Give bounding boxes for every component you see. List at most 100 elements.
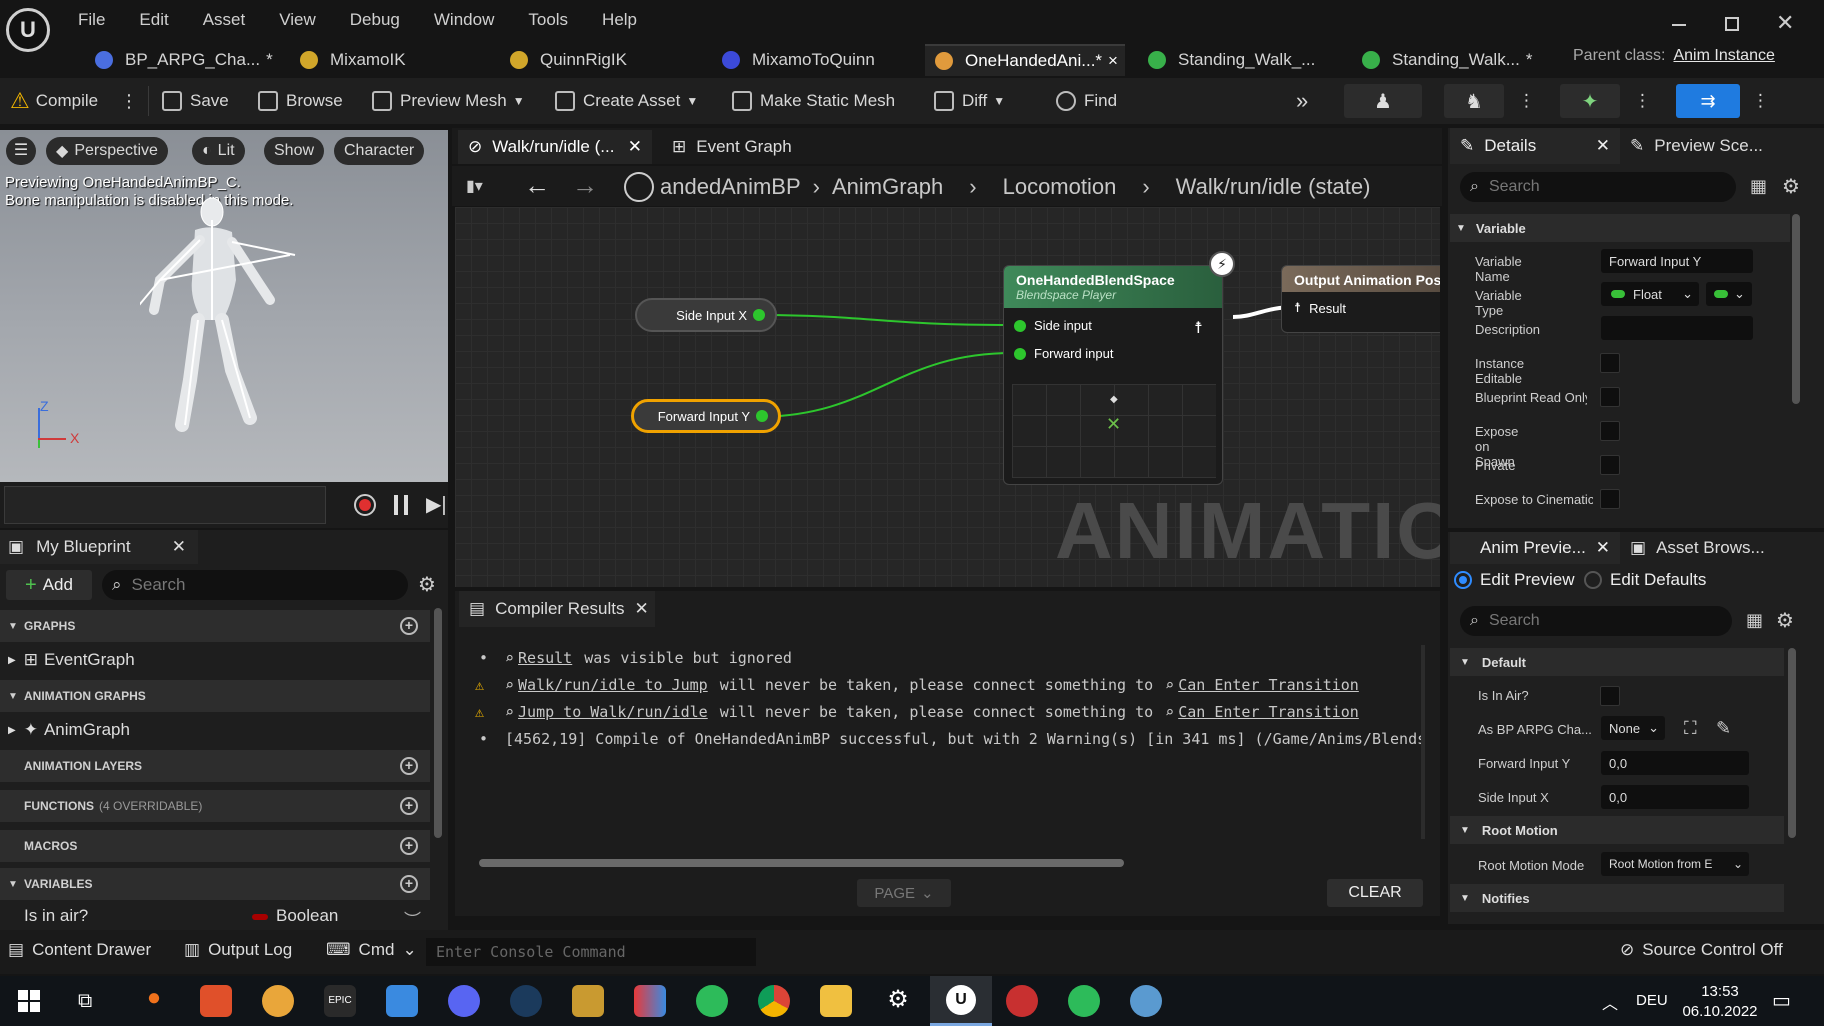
record-button[interactable] bbox=[354, 494, 376, 516]
log-link[interactable]: Result bbox=[518, 645, 572, 672]
cloud-app-icon[interactable] bbox=[262, 985, 294, 1017]
notifies-section-header[interactable]: ▼ Notifies bbox=[1450, 884, 1784, 912]
event-graph-item[interactable]: ▶ ⊞ EventGraph bbox=[8, 650, 135, 670]
tab-standing-walk-1[interactable]: Standing_Walk_... bbox=[1138, 44, 1338, 76]
chrome-icon[interactable] bbox=[758, 985, 790, 1017]
find-button[interactable]: Find bbox=[1056, 86, 1117, 116]
private-checkbox[interactable] bbox=[1600, 455, 1620, 475]
details-search-input[interactable]: ⌕ Search bbox=[1460, 172, 1736, 202]
breadcrumb-state[interactable]: Walk/run/idle (state) bbox=[1176, 174, 1371, 200]
variable-name-input[interactable]: Forward Input Y bbox=[1601, 249, 1753, 273]
settings-gear-icon[interactable]: ⚙ bbox=[1782, 174, 1800, 199]
blueprint-mode-options-icon[interactable]: ⋮ bbox=[1752, 86, 1769, 116]
is-in-air-checkbox[interactable] bbox=[1600, 686, 1620, 706]
edit-preview-radio[interactable]: Edit Preview bbox=[1454, 570, 1574, 590]
skeleton-mode-button[interactable]: ♟ bbox=[1344, 84, 1422, 118]
tab-onehandedanimbp[interactable]: OneHandedAni... * × bbox=[925, 44, 1125, 76]
close-tab-icon[interactable]: ✕ bbox=[172, 537, 186, 557]
browse-button[interactable]: Browse bbox=[258, 86, 343, 116]
result-pin[interactable]: ☨ Result bbox=[1294, 300, 1346, 316]
diff-button[interactable]: Diff ▼ bbox=[934, 86, 1005, 116]
anim-preview-scrollbar[interactable] bbox=[1788, 648, 1796, 838]
make-static-mesh-button[interactable]: Make Static Mesh bbox=[732, 86, 895, 116]
clear-button[interactable]: CLEAR bbox=[1327, 879, 1423, 907]
edit-defaults-radio[interactable]: Edit Defaults bbox=[1584, 570, 1706, 590]
compile-button[interactable]: ⚠ Compile bbox=[10, 86, 98, 116]
show-button[interactable]: Show bbox=[264, 137, 325, 165]
menu-file[interactable]: File bbox=[78, 10, 105, 30]
cmd-dropdown[interactable]: ⌨ Cmd ⌄ bbox=[326, 940, 417, 960]
anim-preview-search-input[interactable]: ⌕ Search bbox=[1460, 606, 1732, 636]
menu-edit[interactable]: Edit bbox=[139, 10, 168, 30]
panel-scrollbar[interactable] bbox=[434, 608, 442, 838]
menu-tools[interactable]: Tools bbox=[528, 10, 568, 30]
viewport-menu-icon[interactable]: ☰ bbox=[6, 137, 36, 165]
column-view-icon[interactable]: ▦ bbox=[1750, 176, 1767, 197]
close-tab-icon[interactable]: ✕ bbox=[628, 137, 642, 157]
epic-games-icon[interactable]: EPIC bbox=[324, 985, 356, 1017]
variable-type-dropdown[interactable]: Float ⌄ bbox=[1601, 282, 1699, 306]
blendspace-player-node[interactable]: OneHandedBlendSpace Blendspace Player Si… bbox=[1003, 265, 1223, 485]
content-drawer-button[interactable]: ▤ Content Drawer bbox=[8, 940, 151, 960]
output-pin[interactable] bbox=[753, 309, 765, 321]
tab-event-graph[interactable]: ⊞ Event Graph bbox=[662, 130, 792, 164]
blueprint-search-input[interactable]: ⌕ Search bbox=[102, 570, 408, 600]
unreal-logo-icon[interactable]: U bbox=[6, 8, 50, 52]
blueprint-mode-button[interactable]: ⇉ bbox=[1676, 84, 1740, 118]
system-tray-arrow-icon[interactable]: ︿ bbox=[1602, 990, 1618, 1014]
create-asset-button[interactable]: Create Asset ▼ bbox=[555, 86, 698, 116]
default-section-header[interactable]: ▼ Default bbox=[1450, 648, 1784, 676]
step-forward-button[interactable]: ▶| bbox=[426, 492, 447, 517]
preview-mesh-button[interactable]: Preview Mesh ▼ bbox=[372, 86, 525, 116]
game-app-icon[interactable] bbox=[1006, 985, 1038, 1017]
character-button[interactable]: Character bbox=[334, 137, 425, 165]
windows-start-icon[interactable] bbox=[18, 990, 40, 1012]
animation-mode-options-icon[interactable]: ⋮ bbox=[1634, 86, 1651, 116]
perspective-button[interactable]: ◆ Perspective bbox=[46, 137, 168, 165]
compiler-results-tab[interactable]: ▤ Compiler Results ✕ bbox=[459, 591, 655, 627]
section-animation-graphs[interactable]: ▼ ANIMATION GRAPHS bbox=[0, 680, 430, 712]
container-type-dropdown[interactable]: ⌄ bbox=[1706, 282, 1752, 306]
log-link[interactable]: Jump to Walk/run/idle bbox=[518, 699, 708, 726]
telegram-icon[interactable] bbox=[696, 985, 728, 1017]
column-view-icon[interactable]: ▦ bbox=[1746, 610, 1763, 631]
settings-gear-icon[interactable]: ⚙ bbox=[418, 572, 436, 597]
close-tab-icon[interactable]: ✕ bbox=[1596, 538, 1610, 558]
discord-icon[interactable] bbox=[448, 985, 480, 1017]
pose-output-icon[interactable]: ☨ bbox=[1194, 318, 1203, 338]
menu-help[interactable]: Help bbox=[602, 10, 637, 30]
mesh-mode-options-icon[interactable]: ⋮ bbox=[1518, 86, 1535, 116]
add-layer-icon[interactable]: + bbox=[400, 757, 418, 775]
tab-mixamoik[interactable]: MixamoIK bbox=[290, 44, 480, 76]
my-blueprint-tab[interactable]: ▣ My Blueprint ✕ bbox=[0, 530, 198, 564]
settings-gear-icon[interactable]: ⚙ bbox=[1776, 608, 1794, 633]
blueprint-read-only-checkbox[interactable] bbox=[1600, 387, 1620, 407]
expose-to-cinematics-checkbox[interactable] bbox=[1600, 489, 1620, 509]
page-dropdown[interactable]: PAGE ⌄ bbox=[857, 879, 951, 907]
variable-row[interactable]: Is in air? Boolean ︶ bbox=[0, 902, 430, 930]
notifications-icon[interactable]: ▭ bbox=[1772, 988, 1791, 1013]
menu-view[interactable]: View bbox=[279, 10, 316, 30]
tab-quinnrigik[interactable]: QuinnRigIK bbox=[500, 44, 690, 76]
forward-input-pin[interactable]: Forward input bbox=[1014, 346, 1113, 361]
side-input-field[interactable]: 0,0 bbox=[1601, 785, 1749, 809]
mesh-mode-button[interactable]: ♞ bbox=[1444, 84, 1504, 118]
as-bp-dropdown[interactable]: None ⌄ bbox=[1601, 716, 1665, 740]
instance-editable-checkbox[interactable] bbox=[1600, 353, 1620, 373]
clock[interactable]: 13:53 06.10.2022 bbox=[1680, 982, 1760, 1022]
close-window-icon[interactable]: ✕ bbox=[1776, 10, 1794, 36]
section-graphs[interactable]: ▼ GRAPHS + bbox=[0, 610, 430, 642]
add-function-icon[interactable]: + bbox=[400, 797, 418, 815]
close-tab-icon[interactable]: × bbox=[1108, 51, 1118, 71]
add-graph-icon[interactable]: + bbox=[400, 617, 418, 635]
forward-input-field[interactable]: 0,0 bbox=[1601, 751, 1749, 775]
menu-window[interactable]: Window bbox=[434, 10, 494, 30]
visibility-eye-icon[interactable]: ︶ bbox=[404, 906, 421, 931]
section-macros[interactable]: MACROS + bbox=[0, 830, 430, 862]
section-animation-layers[interactable]: ANIMATION LAYERS + bbox=[0, 750, 430, 782]
pause-button[interactable] bbox=[394, 495, 408, 515]
file-explorer-icon[interactable] bbox=[820, 985, 852, 1017]
forward-input-y-node[interactable]: Forward Input Y bbox=[631, 399, 781, 433]
log-link[interactable]: Walk/run/idle to Jump bbox=[518, 672, 708, 699]
root-motion-section-header[interactable]: ▼ Root Motion bbox=[1450, 816, 1784, 844]
